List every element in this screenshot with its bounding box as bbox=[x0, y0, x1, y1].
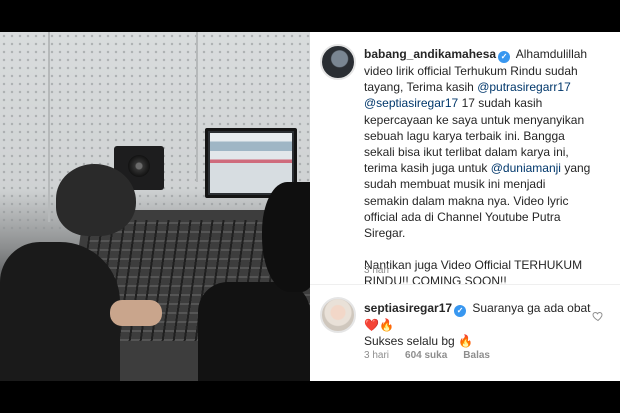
mention-link[interactable]: @putrasiregarr17 bbox=[477, 80, 571, 94]
reply-button[interactable]: Balas bbox=[463, 350, 490, 361]
mention-link[interactable]: @septiasiregar17 bbox=[364, 96, 458, 110]
verified-badge-icon: ✓ bbox=[498, 51, 511, 63]
mention-link[interactable]: @duniamanji bbox=[491, 161, 561, 175]
comment: septiasiregar17 ✓ Suaranya ga ada obat ❤️… bbox=[364, 300, 592, 349]
studio-photo bbox=[0, 32, 310, 381]
comment-timestamp[interactable]: 3 hari bbox=[364, 350, 389, 361]
caption-panel: babang_andikamahesa ✓ Alhamdulillah video… bbox=[310, 32, 620, 381]
instagram-post-screenshot: babang_andikamahesa ✓ Alhamdulillah video… bbox=[0, 32, 620, 381]
person-left bbox=[0, 242, 120, 381]
divider bbox=[310, 284, 620, 285]
comment-text: Sukses selalu bg 🔥 bbox=[364, 334, 473, 349]
post-timestamp[interactable]: 3 hari bbox=[364, 265, 389, 276]
post-username[interactable]: babang_andikamahesa bbox=[364, 47, 496, 61]
verified-badge-icon: ✓ bbox=[454, 305, 467, 317]
avatar[interactable] bbox=[320, 44, 356, 80]
comment-username[interactable]: septiasiregar17 bbox=[364, 301, 452, 315]
comment-meta: 3 hari 604 suka Balas bbox=[364, 350, 490, 361]
person-right bbox=[198, 282, 310, 381]
heart-outline-icon[interactable] bbox=[592, 310, 604, 322]
post-caption: babang_andikamahesa ✓ Alhamdulillah video… bbox=[364, 46, 592, 290]
post-meta: 3 hari bbox=[364, 265, 389, 276]
comment-likes[interactable]: 604 suka bbox=[405, 350, 447, 361]
avatar[interactable] bbox=[320, 297, 356, 333]
